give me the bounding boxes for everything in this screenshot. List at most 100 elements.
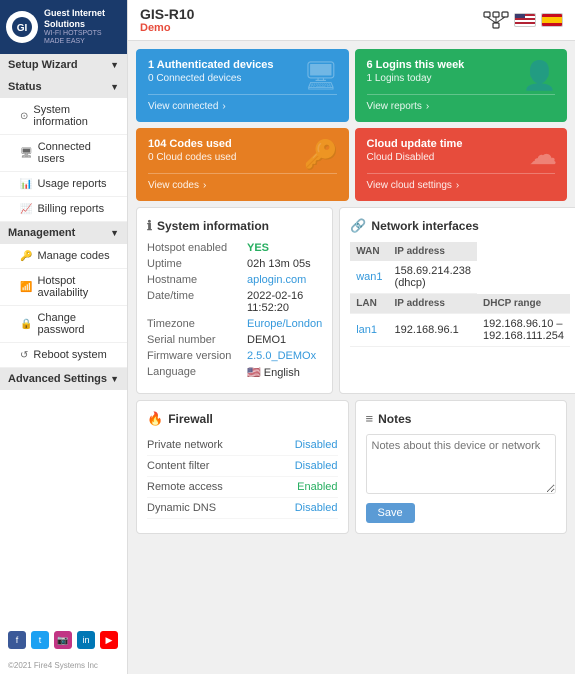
header-title: GIS-R10 Demo (140, 6, 194, 34)
chevron-down-icon: ▼ (110, 374, 119, 384)
youtube-icon[interactable]: ▶ (100, 631, 118, 649)
stat-card-link[interactable]: View cloud settings › (367, 173, 556, 191)
sidebar-section-setup[interactable]: Setup Wizard ▼ (0, 54, 127, 76)
sidebar-section-management[interactable]: Management ▼ (0, 222, 127, 244)
sidebar-item-billing-reports[interactable]: 📈 Billing reports (0, 197, 127, 222)
sidebar-item-manage-codes[interactable]: 🔑 Manage codes (0, 244, 127, 269)
firewall-rows: Private network Disabled Content filter Dis… (147, 435, 338, 519)
sidebar-item-connected-users[interactable]: 🖥 Connected users (0, 135, 127, 172)
info-panels-top-row: ℹ System information Hotspot enabledYES U… (136, 207, 567, 394)
fire-icon: 🔥 (147, 411, 163, 427)
facebook-icon[interactable]: f (8, 631, 26, 649)
sidebar-item-reboot-system[interactable]: ↺ Reboot system (0, 343, 127, 368)
header: GIS-R10 Demo (128, 0, 575, 41)
reboot-icon: ↺ (20, 350, 28, 361)
network-icon: 🔗 (350, 218, 366, 234)
chevron-down-icon: ▼ (110, 228, 119, 238)
system-info-icon: ⊙ (20, 111, 28, 122)
chevron-right-icon: › (456, 180, 459, 191)
sysinfo-label: Date/time (147, 290, 247, 314)
demo-badge: Demo (140, 22, 194, 34)
stat-card-logins[interactable]: 👤 6 Logins this week 1 Logins today View… (355, 49, 568, 122)
firewall-row: Private network Disabled (147, 435, 338, 456)
sysinfo-value: 02h 13m 05s (247, 258, 311, 270)
header-icons (483, 11, 563, 29)
info-panels-bottom-row: 🔥 Firewall Private networkDisabledConten… (136, 400, 567, 534)
copyright: ©2021 Fire4 Systems Inc (0, 657, 127, 674)
sysinfo-label: Firmware version (147, 350, 247, 362)
key-icon: 🔑 (20, 251, 32, 262)
stat-card-authenticated[interactable]: 🖥 1 Authenticated devices 0 Connected de… (136, 49, 349, 122)
stat-card-cloud[interactable]: ☁ Cloud update time Cloud Disabled View … (355, 128, 568, 201)
sysinfo-label: Hostname (147, 274, 247, 286)
sysinfo-row: Serial numberDEMO1 (147, 334, 322, 346)
stat-card-codes[interactable]: 🔑 104 Codes used 0 Cloud codes used View… (136, 128, 349, 201)
save-button[interactable]: Save (366, 503, 415, 523)
sysinfo-value: DEMO1 (247, 334, 286, 346)
chevron-right-icon: › (203, 180, 206, 191)
device-name: GIS-R10 (140, 6, 194, 22)
sidebar-item-usage-reports[interactable]: 📊 Usage reports (0, 172, 127, 197)
firewall-value[interactable]: Disabled (295, 439, 338, 451)
network-icon[interactable] (483, 11, 509, 29)
sysinfo-label: Serial number (147, 334, 247, 346)
stat-card-link[interactable]: View reports › (367, 94, 556, 112)
firewall-label: Dynamic DNS (147, 502, 216, 514)
sidebar-logo: GI Guest Internet Solutions WI-FI HOTSPO… (0, 0, 127, 54)
stat-card-link[interactable]: View codes › (148, 173, 337, 191)
sidebar-item-system-info[interactable]: ⊙ System information (0, 98, 127, 135)
sysinfo-value: 2022-02-16 11:52:20 (247, 290, 322, 314)
chevron-down-icon: ▼ (110, 82, 119, 92)
sysinfo-value[interactable]: aplogin.com (247, 274, 306, 286)
instagram-icon[interactable]: 📷 (54, 631, 72, 649)
logo-icon: GI (6, 11, 38, 43)
firewall-label: Content filter (147, 460, 209, 472)
sysinfo-row: Uptime02h 13m 05s (147, 258, 322, 270)
stat-card-sub: Cloud Disabled (367, 152, 556, 163)
chevron-down-icon: ▼ (110, 60, 119, 70)
firewall-value[interactable]: Disabled (295, 502, 338, 514)
firewall-label: Remote access (147, 481, 223, 493)
sidebar-item-hotspot-availability[interactable]: 📶 Hotspot availability (0, 269, 127, 306)
chart-icon: 📊 (20, 179, 32, 190)
firewall-row: Remote access Enabled (147, 477, 338, 498)
linkedin-icon[interactable]: in (77, 631, 95, 649)
sysinfo-value: 🇺🇸 English (247, 366, 300, 379)
sysinfo-value[interactable]: 2.5.0_DEMOx (247, 350, 316, 362)
brand-name: Guest Internet Solutions (44, 8, 121, 30)
sysinfo-value[interactable]: Europe/London (247, 318, 322, 330)
firewall-label: Private network (147, 439, 223, 451)
firewall-value[interactable]: Disabled (295, 460, 338, 472)
content-area: 🖥 1 Authenticated devices 0 Connected de… (128, 41, 575, 674)
sidebar-item-change-password[interactable]: 🔒 Change password (0, 306, 127, 343)
firewall-value[interactable]: Enabled (297, 481, 337, 493)
sysinfo-row: Hotspot enabledYES (147, 242, 322, 254)
sysinfo-row: Hostnameaplogin.com (147, 274, 322, 286)
social-links: f t 📷 in ▶ (0, 623, 127, 657)
firewall-row: Content filter Disabled (147, 456, 338, 477)
system-info-rows: Hotspot enabledYES Uptime02h 13m 05s Hostn… (147, 242, 322, 379)
system-info-title: ℹ System information (147, 218, 322, 234)
sidebar-section-status[interactable]: Status ▼ (0, 76, 127, 98)
system-info-panel: ℹ System information Hotspot enabledYES U… (136, 207, 333, 394)
network-table: WAN IP address wan1 158.69.214.238 (dhcp… (350, 242, 570, 347)
brand-tagline: WI-FI HOTSPOTS MADE EASY (44, 30, 121, 47)
twitter-icon[interactable]: t (31, 631, 49, 649)
table-row: lan1 192.168.96.1 192.168.96.10 –192.168… (350, 314, 570, 347)
sysinfo-label: Timezone (147, 318, 247, 330)
chevron-right-icon: › (222, 101, 225, 112)
stat-card-sub: 0 Connected devices (148, 73, 337, 84)
notes-panel: ≡ Notes Save (355, 400, 568, 534)
svg-text:GI: GI (17, 23, 28, 34)
flag-es[interactable] (541, 13, 563, 27)
signal-icon: 📶 (20, 282, 32, 293)
table-row: wan1 158.69.214.238 (dhcp) (350, 261, 570, 294)
stat-card-sub: 0 Cloud codes used (148, 152, 337, 163)
sidebar: GI Guest Internet Solutions WI-FI HOTSPO… (0, 0, 128, 674)
flag-us[interactable] (514, 13, 536, 27)
notes-textarea[interactable] (366, 434, 557, 494)
stat-card-link[interactable]: View connected › (148, 94, 337, 112)
stat-card-sub: 1 Logins today (367, 73, 556, 84)
billing-icon: 📈 (20, 204, 32, 215)
sidebar-section-advanced[interactable]: Advanced Settings ▼ (0, 368, 127, 390)
